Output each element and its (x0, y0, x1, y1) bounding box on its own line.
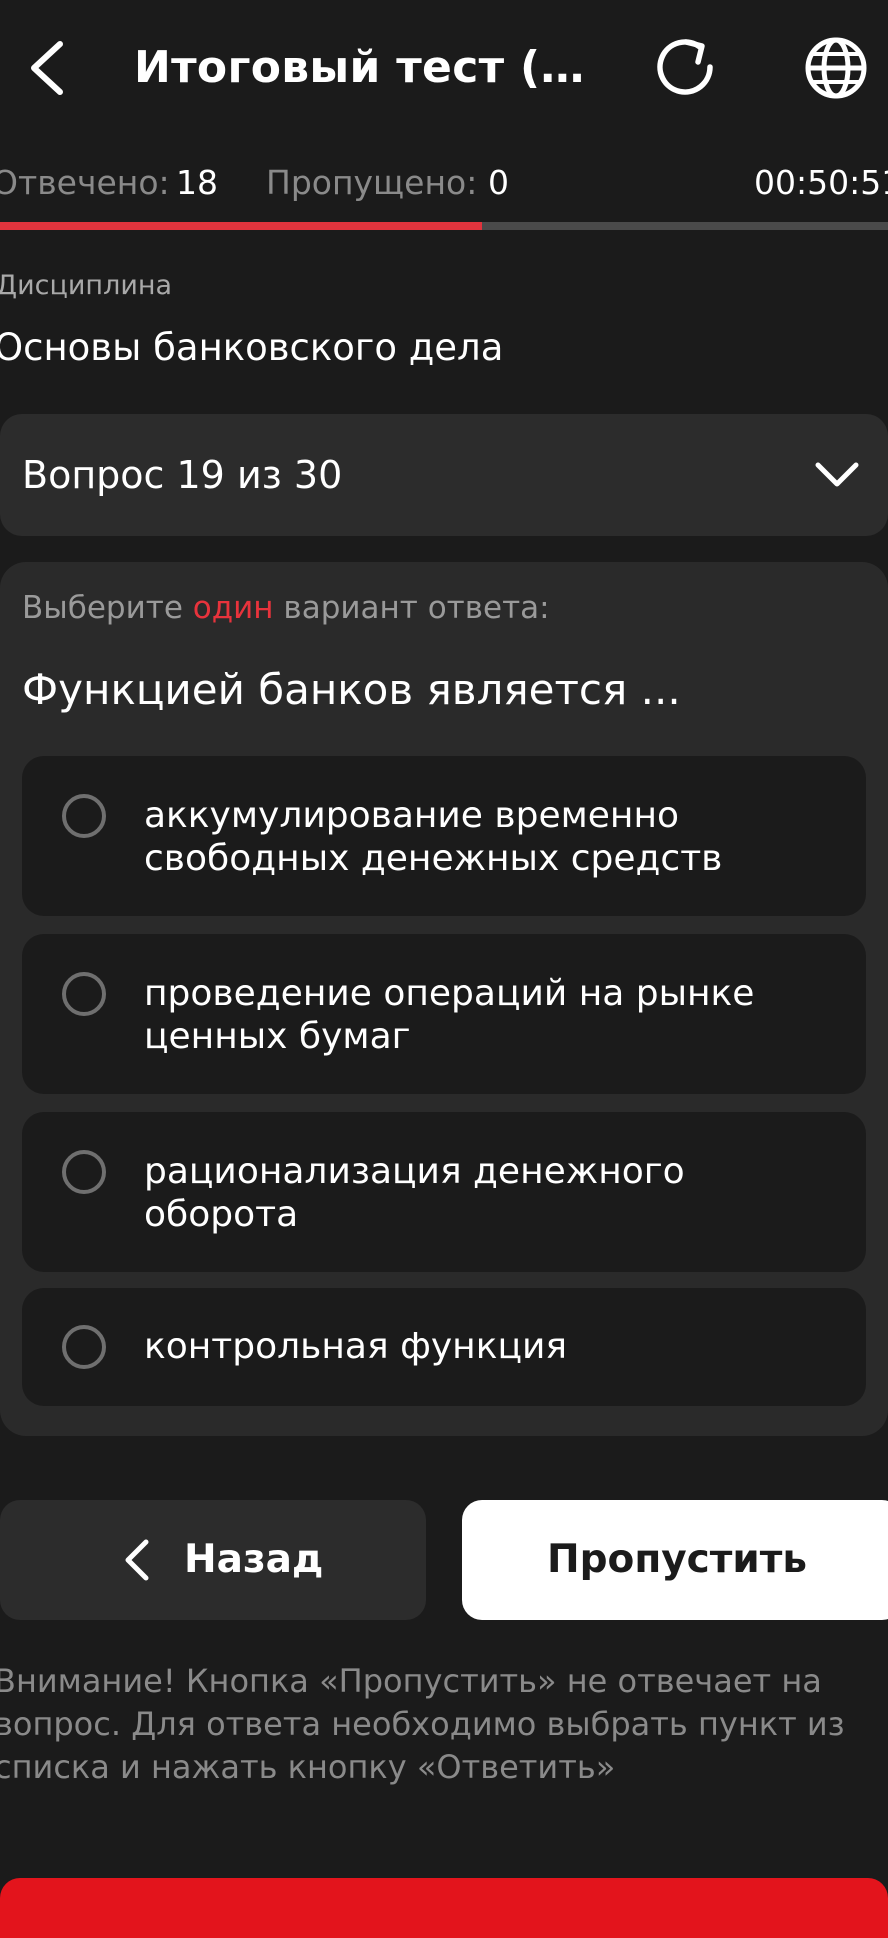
progress-bar-fill (0, 222, 483, 230)
radio-button[interactable] (62, 794, 106, 838)
refresh-icon[interactable] (652, 34, 718, 100)
question-selector[interactable]: Вопрос 19 из 30 (0, 414, 888, 536)
skipped-count: 0 (488, 163, 509, 202)
question-card: Выберите один вариант ответа: Функцией б… (0, 562, 888, 1436)
progress-bar (0, 222, 888, 230)
chevron-left-icon (125, 1539, 149, 1581)
answered-count: 18 (176, 163, 218, 202)
instruction-text-before: Выберите (22, 590, 193, 626)
skip-warning-text: Внимание! Кнопка «Пропустить» не отвечае… (0, 1662, 845, 1786)
answered-label: Отвечено: (0, 163, 170, 202)
answer-option[interactable]: контрольная функция (22, 1288, 866, 1406)
discipline-name: Основы банковского дела (0, 326, 504, 369)
radio-button[interactable] (62, 1325, 106, 1369)
discipline-label: Дисциплина (0, 270, 173, 301)
radio-button[interactable] (62, 972, 106, 1016)
instruction-text-after: вариант ответа: (273, 590, 550, 626)
answer-option-label: контрольная функция (144, 1326, 567, 1367)
progress-stats: Отвечено: 18 Пропущено: 0 00:50:51 (0, 158, 888, 208)
chevron-left-icon[interactable] (24, 38, 72, 98)
answer-option[interactable]: проведение операций на рынке ценных бума… (22, 934, 866, 1094)
globe-icon[interactable] (802, 34, 870, 102)
answer-option[interactable]: рационализация денежного оборота (22, 1112, 866, 1272)
instruction-accent: один (192, 590, 274, 626)
timer: 00:50:51 (754, 163, 888, 202)
radio-button[interactable] (62, 1150, 106, 1194)
skipped-label: Пропущено: (266, 163, 478, 202)
back-button[interactable]: Назад (0, 1500, 426, 1620)
answer-option-label: проведение операций на рынке ценных бума… (144, 973, 755, 1057)
page-title: Итоговый тест (первый этап) (134, 42, 594, 93)
back-button-label: Назад (184, 1537, 324, 1582)
skip-button[interactable]: Пропустить (462, 1500, 888, 1620)
answer-option-label: аккумулирование временно свободных денеж… (144, 795, 723, 879)
question-selector-label: Вопрос 19 из 30 (22, 453, 343, 497)
chevron-down-icon (815, 462, 859, 487)
answer-button[interactable] (0, 1878, 888, 1938)
answer-option[interactable]: аккумулирование временно свободных денеж… (22, 756, 866, 916)
question-text: Функцией банков является ... (22, 665, 681, 714)
skip-button-label: Пропустить (546, 1537, 808, 1582)
answer-instruction: Выберите один вариант ответа: (22, 584, 550, 632)
answer-option-label: рационализация денежного оборота (144, 1151, 685, 1235)
app-header: Итоговый тест (первый этап) (0, 0, 888, 140)
